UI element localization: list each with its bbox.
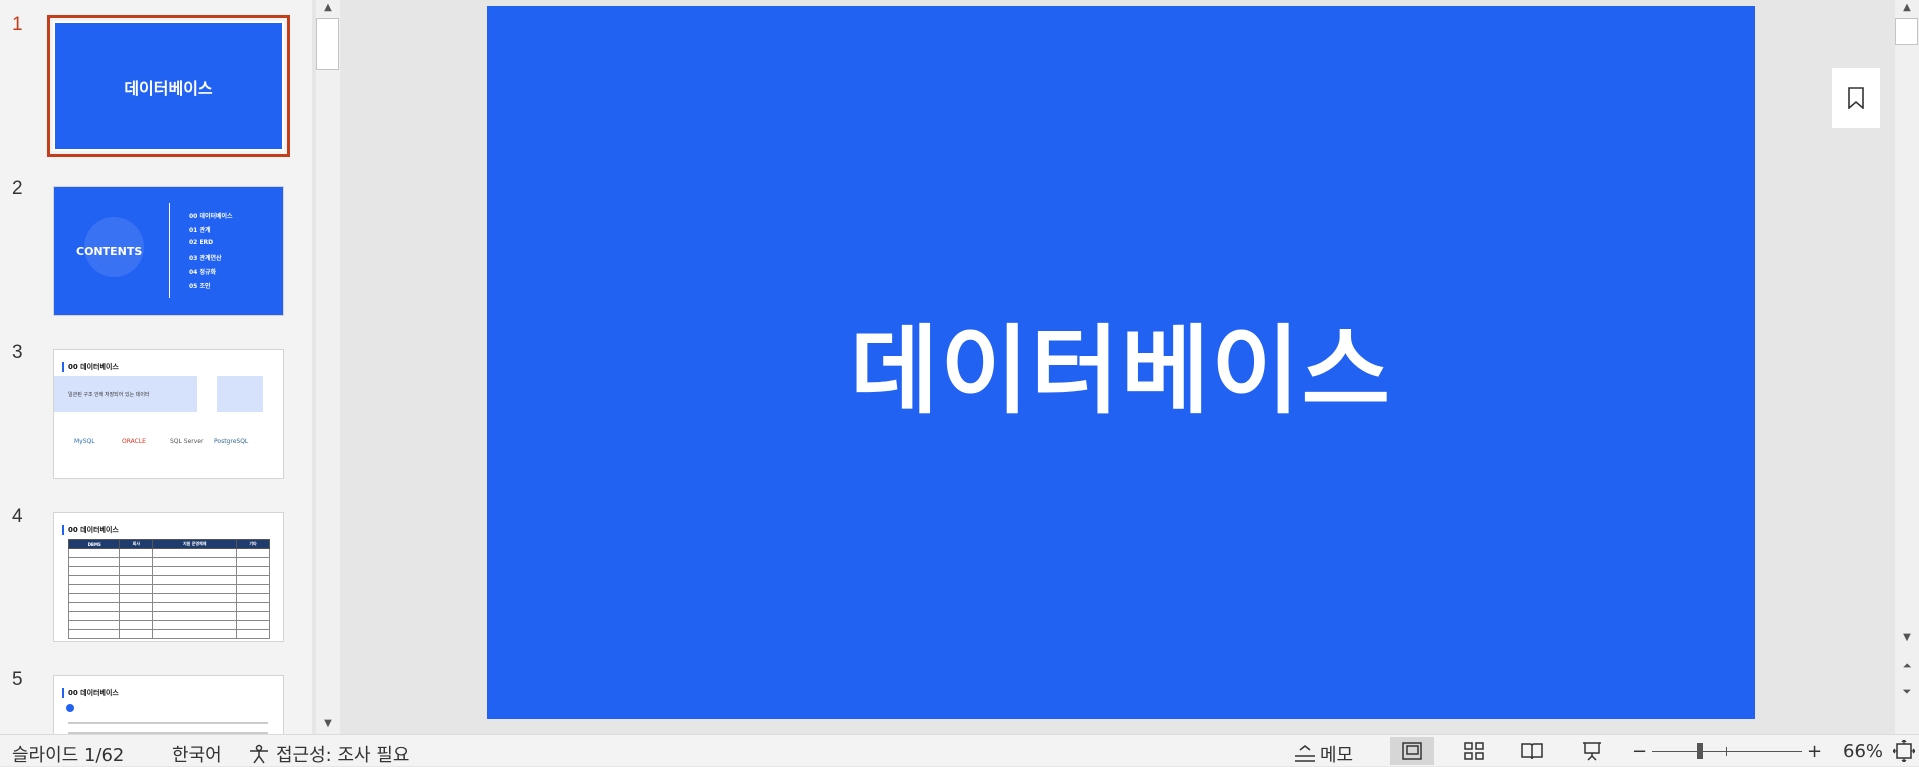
zoom-slider-handle[interactable]: [1697, 743, 1703, 759]
zoom-out-button[interactable]: −: [1632, 741, 1647, 762]
contents-item: 00 데이터베이스: [189, 213, 233, 220]
thumbnail-number: 3: [12, 342, 23, 363]
bullet-icon: [66, 704, 74, 712]
logo-postgresql: PostgreSQL: [214, 438, 249, 445]
slide-editor[interactable]: 데이터베이스: [344, 0, 1893, 734]
box-text: 일관된 구조 안에 저장되어 있는 데이터: [68, 392, 150, 398]
table-row: [67, 584, 270, 594]
logo-mysql: MySQL: [74, 438, 95, 445]
reading-view-icon: [1521, 743, 1543, 760]
current-slide[interactable]: 데이터베이스: [487, 6, 1755, 719]
title-bar: [62, 688, 64, 698]
thumbnail-slide-2[interactable]: CONTENTS 00 데이터베이스 01 관계 02 ERD 03 관계연산 …: [53, 186, 284, 316]
zoom-slider-tick: [1726, 747, 1727, 756]
scroll-up-arrow-icon[interactable]: ▲: [318, 0, 338, 16]
table-row: [67, 575, 270, 585]
text-line: [68, 722, 268, 724]
slide-sorter-icon: [1464, 742, 1484, 760]
bookmark-button[interactable]: [1832, 68, 1880, 128]
slideshow-icon: [1583, 742, 1601, 761]
thumbnail-slide-1[interactable]: 데이터베이스: [47, 15, 290, 157]
bookmark-icon: [1848, 87, 1864, 109]
fit-to-window-icon: [1892, 739, 1916, 763]
table-row: [67, 593, 270, 603]
mini-table: DBMS 회사 지원 운영체제 기타: [67, 539, 270, 639]
table-row: [67, 566, 270, 576]
thumbnail-number: 4: [12, 506, 23, 527]
contents-item: 04 정규화: [189, 269, 216, 276]
fit-to-window-button[interactable]: [1892, 739, 1916, 767]
side-box: [217, 376, 263, 412]
title-bar: [62, 525, 64, 535]
table-header: 지원 운영체제: [152, 539, 238, 549]
accessibility-label: 접근성: 조사 필요: [276, 745, 410, 766]
notes-button[interactable]: 메모: [1294, 741, 1353, 767]
thumbnail-title: CONTENTS: [76, 245, 143, 258]
title-bar: [62, 362, 64, 372]
logo-oracle: ORACLE: [122, 438, 146, 445]
table-row: [67, 611, 270, 621]
table-row: [67, 629, 270, 639]
next-slide-icon[interactable]: ⏷: [1897, 684, 1917, 700]
accessibility-icon: [250, 744, 268, 764]
thumbnail-title: 00 데이터베이스: [68, 689, 119, 697]
thumbnail-title: 데이터베이스: [124, 79, 213, 98]
normal-view-button[interactable]: [1390, 737, 1434, 765]
editor-scrollbar[interactable]: ▲ ▼ ⏶ ⏷: [1895, 0, 1919, 734]
thumbnail-scrollbar[interactable]: ▲ ▼: [316, 0, 340, 734]
previous-slide-icon[interactable]: ⏶: [1897, 658, 1917, 674]
thumbnail-title: 00 데이터베이스: [68, 526, 119, 534]
normal-view-icon: [1402, 742, 1422, 760]
zoom-slider-track[interactable]: [1652, 751, 1802, 752]
scroll-down-arrow-icon[interactable]: ▼: [318, 716, 338, 732]
contents-item: 05 조인: [189, 283, 211, 290]
thumbnail-slide-4[interactable]: 00 데이터베이스 DBMS 회사 지원 운영체제 기타: [53, 512, 284, 642]
table-header: 기타: [236, 539, 270, 549]
notes-label: 메모: [1320, 745, 1354, 766]
slideshow-button[interactable]: [1570, 737, 1614, 765]
table-row: [67, 620, 270, 630]
scrollbar-thumb[interactable]: [316, 18, 339, 70]
table-row: [67, 602, 270, 612]
thumbnail-title: 00 데이터베이스: [68, 363, 119, 371]
contents-item: 03 관계연산: [189, 255, 222, 262]
logo-sqlserver: SQL Server: [170, 438, 204, 445]
divider: [169, 203, 170, 298]
scroll-down-arrow-icon[interactable]: ▼: [1897, 630, 1917, 646]
slide-title[interactable]: 데이터베이스: [487, 6, 1755, 719]
thumbnail-slide-5[interactable]: 00 데이터베이스: [53, 675, 284, 734]
zoom-level[interactable]: 66%: [1843, 741, 1883, 762]
table-header: DBMS: [67, 539, 121, 549]
thumbnail-number: 5: [12, 669, 23, 690]
thumbnail-number: 1: [12, 14, 23, 35]
language-indicator[interactable]: 한국어: [172, 741, 222, 767]
contents-item: 02 ERD: [189, 239, 214, 246]
zoom-in-button[interactable]: +: [1807, 741, 1822, 762]
scroll-up-arrow-icon[interactable]: ▲: [1897, 0, 1917, 16]
notes-icon: [1295, 745, 1315, 762]
table-row: [67, 548, 270, 558]
contents-item: 01 관계: [189, 227, 211, 234]
accessibility-button[interactable]: 접근성: 조사 필요: [248, 741, 409, 767]
slide-sorter-button[interactable]: [1452, 737, 1496, 765]
thumbnail-slide-3[interactable]: 00 데이터베이스 일관된 구조 안에 저장되어 있는 데이터 MySQL OR…: [53, 349, 284, 479]
slide-counter: 슬라이드 1/62: [12, 745, 125, 766]
scrollbar-thumb[interactable]: [1895, 18, 1918, 45]
thumbnail-number: 2: [12, 178, 23, 199]
table-row: [67, 557, 270, 567]
thumbnail-pane[interactable]: 1 데이터베이스 2 CONTENTS 00 데이터베이스 01 관계 02 E…: [0, 0, 312, 734]
reading-view-button[interactable]: [1510, 737, 1554, 765]
table-header: 회사: [119, 539, 154, 549]
status-bar: 슬라이드 1/62 한국어 접근성: 조사 필요 메모 − + 66%: [0, 734, 1919, 766]
